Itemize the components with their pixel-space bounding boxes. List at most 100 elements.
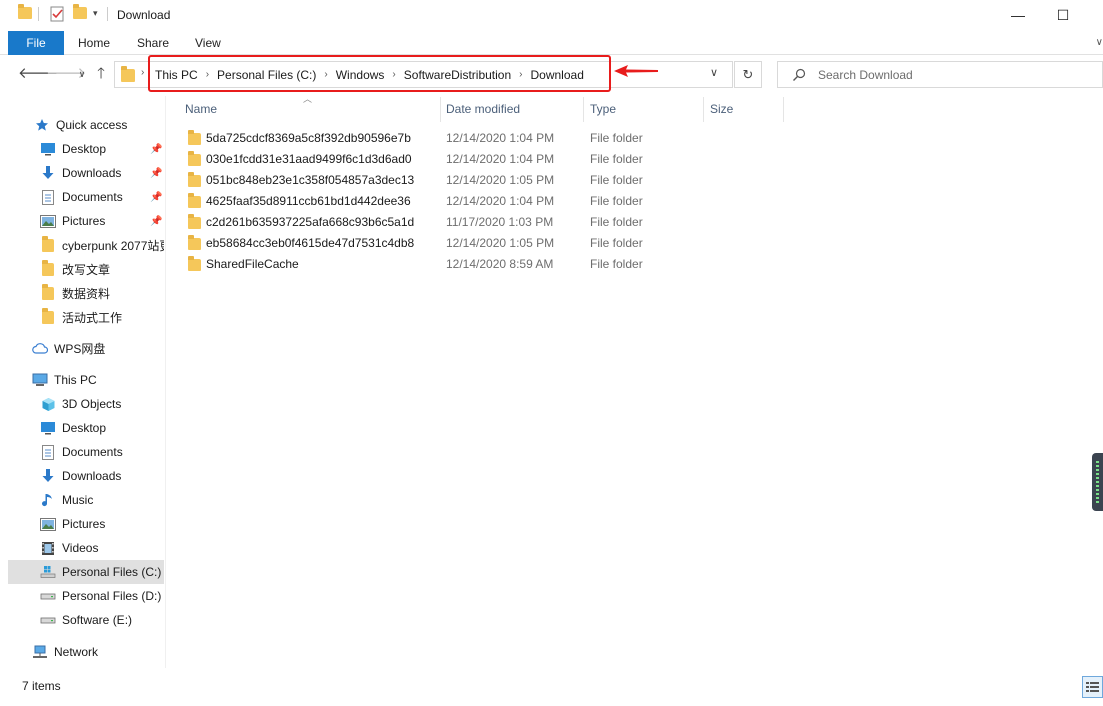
- nav-pictures[interactable]: Pictures: [8, 512, 164, 536]
- folder-icon: [188, 193, 201, 208]
- table-row[interactable]: 030e1fcdd31e31aad9499f6c1d3d6ad0 12/14/2…: [180, 149, 780, 170]
- chevron-right-icon[interactable]: ›: [141, 67, 144, 78]
- nav-qa-desktop[interactable]: Desktop 📌: [8, 137, 164, 161]
- pin-icon[interactable]: 📌: [150, 144, 162, 155]
- nav-quick-access[interactable]: Quick access: [8, 113, 164, 137]
- folder-icon: [40, 235, 56, 253]
- background-window-edge: [0, 100, 8, 660]
- details-view-button[interactable]: [1082, 676, 1103, 698]
- nav-network[interactable]: Network: [8, 640, 164, 664]
- folder-icon: [188, 151, 201, 166]
- properties-icon[interactable]: [50, 6, 64, 25]
- nav-label: 改写文章: [62, 262, 111, 277]
- file-date: 12/14/2020 1:05 PM: [446, 236, 555, 250]
- table-row[interactable]: 051bc848eb23e1c358f054857a3dec13 12/14/2…: [180, 170, 780, 191]
- new-folder-icon[interactable]: [73, 4, 87, 19]
- nav-documents[interactable]: Documents: [8, 440, 164, 464]
- nav-qa-downloads[interactable]: Downloads 📌: [8, 161, 164, 185]
- nav-qa-folder[interactable]: 数据资料: [8, 281, 164, 305]
- nav-label: WPS网盘: [54, 341, 106, 356]
- refresh-button[interactable]: ↻: [734, 61, 762, 88]
- tab-view[interactable]: View: [195, 31, 221, 55]
- nav-qa-folder[interactable]: 改写文章: [8, 257, 164, 281]
- back-button[interactable]: 🡐: [18, 64, 58, 84]
- navigation-pane: Quick access Desktop 📌 Downloads 📌 Docum…: [8, 96, 166, 668]
- folder-icon: [188, 235, 201, 250]
- nav-qa-folder[interactable]: 活动式工作: [8, 305, 164, 329]
- up-button[interactable]: 🡑: [91, 64, 111, 84]
- file-name: SharedFileCache: [206, 257, 299, 271]
- nav-qa-pictures[interactable]: Pictures 📌: [8, 209, 164, 233]
- file-name: 030e1fcdd31e31aad9499f6c1d3d6ad0: [206, 152, 412, 166]
- folder-icon: [40, 283, 56, 301]
- pin-icon[interactable]: 📌: [150, 216, 162, 227]
- file-type: File folder: [590, 215, 643, 229]
- divider: [107, 7, 108, 21]
- nav-label: Downloads: [62, 166, 122, 180]
- folder-icon: [188, 256, 201, 271]
- video-icon: [40, 540, 56, 556]
- table-row[interactable]: 5da725cdcf8369a5c8f392db90596e7b 12/14/2…: [180, 128, 780, 149]
- folder-icon: [188, 214, 201, 229]
- forward-button[interactable]: 🡒: [46, 64, 86, 84]
- column-divider[interactable]: [703, 97, 704, 122]
- table-row[interactable]: c2d261b635937225afa668c93b6c5a1d 11/17/2…: [180, 212, 780, 233]
- pictures-icon: [40, 516, 56, 532]
- nav-drive-d[interactable]: Personal Files (D:): [8, 584, 164, 608]
- search-icon: [793, 68, 806, 81]
- side-widget-handle[interactable]: [1092, 453, 1103, 511]
- details-view-icon: [1086, 682, 1099, 692]
- search-input[interactable]: [818, 66, 1098, 84]
- nav-wps-cloud[interactable]: WPS网盘: [8, 336, 164, 360]
- table-row[interactable]: SharedFileCache 12/14/2020 8:59 AM File …: [180, 254, 780, 275]
- table-row[interactable]: eb58684cc3eb0f4615de47d7531c4db8 12/14/2…: [180, 233, 780, 254]
- nav-downloads[interactable]: Downloads: [8, 464, 164, 488]
- chevron-down-icon[interactable]: ∨: [710, 66, 718, 79]
- nav-label: Quick access: [56, 118, 128, 132]
- file-date: 12/14/2020 1:04 PM: [446, 194, 555, 208]
- column-divider[interactable]: [783, 97, 784, 122]
- minimize-button[interactable]: —: [995, 0, 1041, 31]
- file-type: File folder: [590, 131, 643, 145]
- tab-share[interactable]: Share: [137, 31, 169, 55]
- search-box[interactable]: [777, 61, 1103, 88]
- network-icon: [32, 644, 48, 660]
- nav-music[interactable]: Music: [8, 488, 164, 512]
- nav-desktop[interactable]: Desktop: [8, 416, 164, 440]
- nav-qa-documents[interactable]: Documents 📌: [8, 185, 164, 209]
- file-name: 4625faaf35d8911ccb61bd1d442dee36: [206, 194, 411, 208]
- nav-videos[interactable]: Videos: [8, 536, 164, 560]
- column-header-date[interactable]: Date modified: [441, 97, 583, 122]
- tab-file[interactable]: File: [8, 31, 64, 55]
- file-type: File folder: [590, 257, 643, 271]
- file-name: 051bc848eb23e1c358f054857a3dec13: [206, 173, 415, 187]
- nav-3d-objects[interactable]: 3D Objects: [8, 392, 164, 416]
- windows-drive-icon: [40, 564, 56, 580]
- pin-icon[interactable]: 📌: [150, 168, 162, 179]
- pin-icon[interactable]: 📌: [150, 192, 162, 203]
- nav-label: This PC: [54, 373, 97, 387]
- expand-ribbon-icon[interactable]: ∨: [1096, 37, 1103, 48]
- nav-this-pc[interactable]: This PC: [8, 368, 164, 392]
- recent-locations-icon[interactable]: ∨: [72, 64, 92, 84]
- column-header-size[interactable]: Size: [705, 97, 783, 122]
- nav-qa-folder[interactable]: cyberpunk 2077站更: [8, 233, 164, 257]
- nav-label: Downloads: [62, 469, 122, 483]
- nav-label: 数据资料: [62, 286, 111, 301]
- folder-icon: [40, 259, 56, 277]
- folder-icon[interactable]: [18, 4, 32, 19]
- column-divider[interactable]: [583, 97, 584, 122]
- tab-home[interactable]: Home: [78, 31, 110, 55]
- maximize-button[interactable]: ☐: [1040, 0, 1086, 31]
- download-icon: [40, 468, 56, 484]
- file-name: eb58684cc3eb0f4615de47d7531c4db8: [206, 236, 415, 250]
- nav-drive-c[interactable]: Personal Files (C:): [8, 560, 164, 584]
- column-header-type[interactable]: Type: [585, 97, 703, 122]
- table-row[interactable]: 4625faaf35d8911ccb61bd1d442dee36 12/14/2…: [180, 191, 780, 212]
- column-header-name[interactable]: Name: [180, 97, 440, 122]
- folder-icon: [121, 66, 135, 82]
- customize-quick-access-icon[interactable]: ▾: [93, 8, 98, 19]
- computer-icon: [32, 372, 48, 388]
- nav-drive-e[interactable]: Software (E:): [8, 608, 164, 632]
- cube-icon: [40, 396, 56, 412]
